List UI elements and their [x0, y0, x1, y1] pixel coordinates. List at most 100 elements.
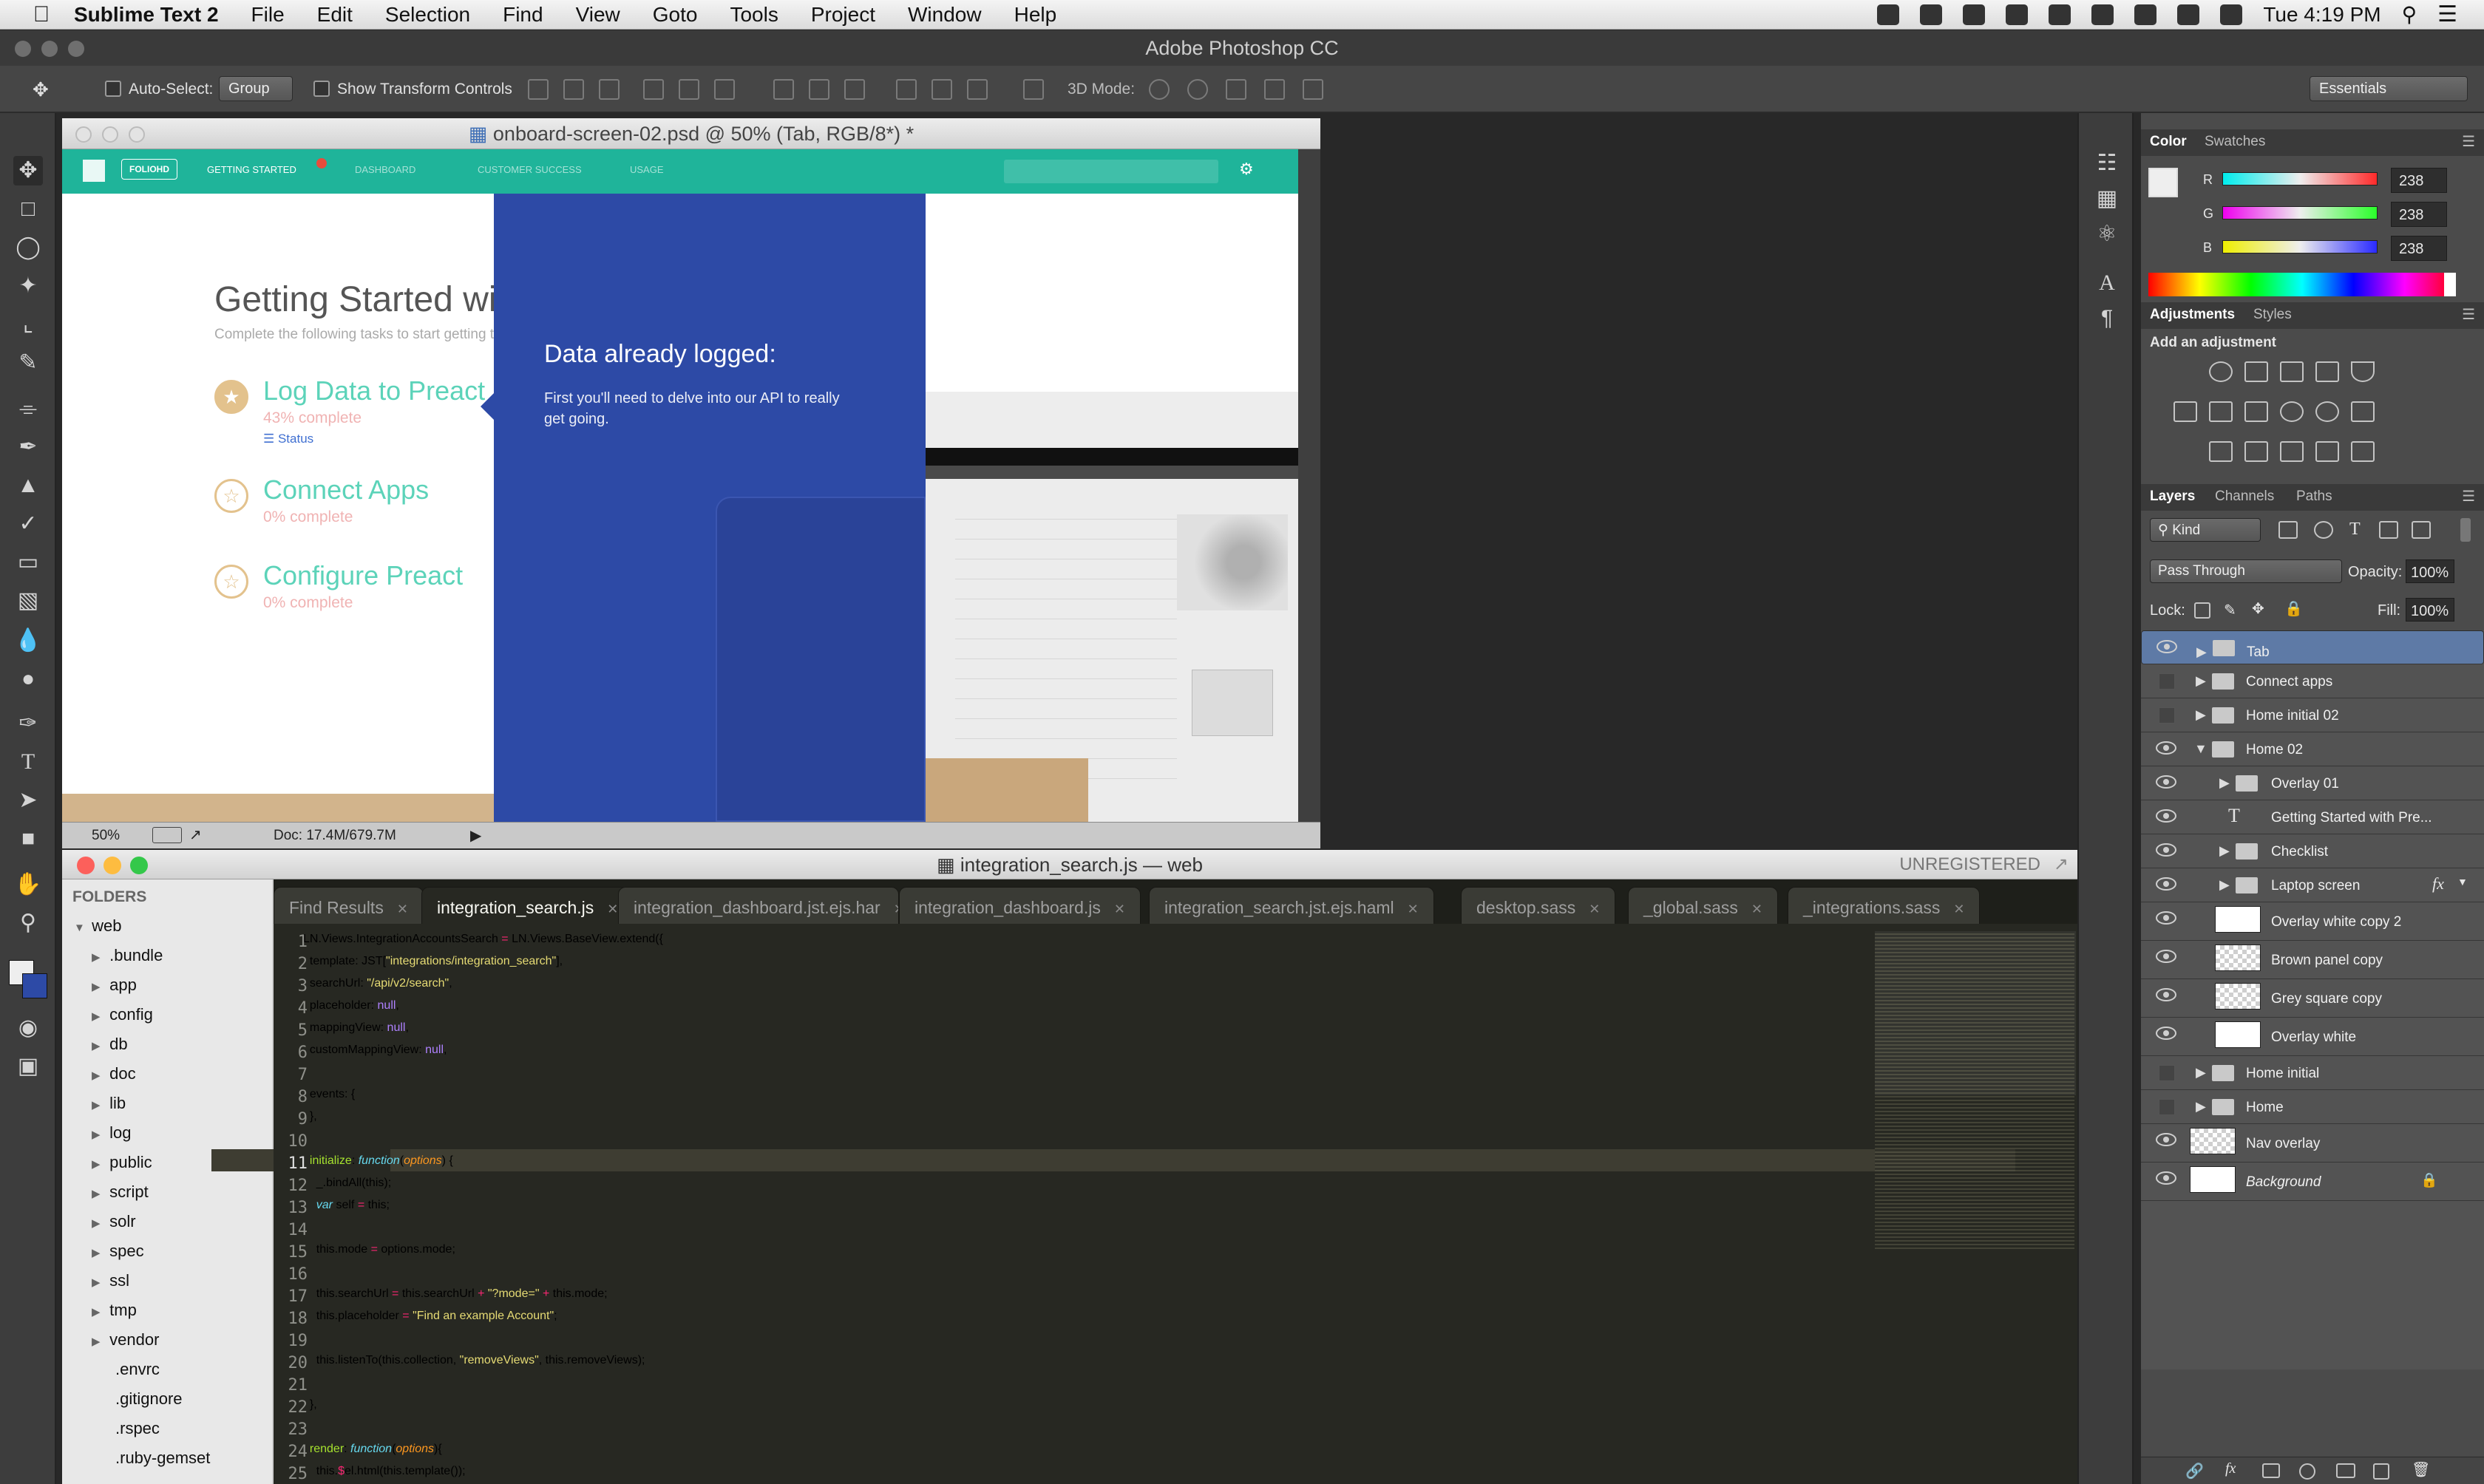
collapsed-arrow-icon[interactable]: ▶ [2219, 843, 2230, 859]
layer-row[interactable]: Overlay white [2141, 1018, 2484, 1056]
g-value[interactable]: 238 [2391, 202, 2447, 227]
minimap-viewport[interactable] [1875, 931, 2076, 1095]
folder-app[interactable]: ▶ app [92, 976, 137, 995]
layer-row[interactable]: ▶ Home [2141, 1090, 2484, 1124]
align-top-icon[interactable] [528, 79, 549, 100]
layer-row[interactable]: ▶ Home initial 02 [2141, 698, 2484, 732]
folder-spec[interactable]: ▶ spec [92, 1242, 144, 1261]
curves-icon[interactable] [2280, 361, 2304, 382]
status-menu-arrow-icon[interactable]: ▶ [470, 826, 481, 845]
tab-integration-search-haml[interactable]: integration_search.jst.ejs.haml ✕ [1149, 887, 1434, 924]
tab-integration-dashboard-js[interactable]: integration_dashboard.js ✕ [899, 887, 1141, 924]
menu-window[interactable]: Window [908, 3, 982, 27]
spectrum-white-swatch[interactable] [2444, 273, 2456, 296]
folio-dropdown[interactable]: FOLIOHD [121, 159, 177, 180]
color-fg-swatch[interactable] [2148, 168, 2178, 197]
folder-log[interactable]: ▶ log [92, 1123, 131, 1143]
menu-goto[interactable]: Goto [653, 3, 698, 27]
close-tab-icon[interactable]: ✕ [894, 902, 898, 916]
file-rspec[interactable]: .rspec [115, 1419, 160, 1438]
filter-toggle[interactable] [2460, 518, 2471, 542]
eye-icon[interactable] [2156, 640, 2177, 653]
eraser-icon[interactable]: ▭ [13, 548, 43, 577]
dodge-tool-icon[interactable]: ● [13, 664, 43, 694]
eye-icon[interactable] [2156, 988, 2176, 1001]
new-layer-icon[interactable] [2373, 1463, 2389, 1480]
ps-minimize-button[interactable] [41, 41, 58, 57]
crop-tool-icon[interactable]: ⌞ [13, 310, 43, 339]
move-tool-icon[interactable]: ✥ [33, 79, 49, 100]
layer-row[interactable]: ▶ Connect apps [2141, 664, 2484, 698]
blend-mode-dropdown[interactable]: Pass Through [2150, 559, 2342, 583]
nav-tab-getting-started[interactable]: GETTING STARTED [207, 164, 296, 175]
visibility-off-box[interactable] [2159, 1099, 2175, 1115]
close-tab-icon[interactable]: ✕ [1114, 902, 1125, 916]
visibility-off-box[interactable] [2159, 707, 2175, 724]
channel-mixer-icon[interactable] [2315, 401, 2339, 422]
filter-pixel-icon[interactable] [2278, 521, 2298, 539]
eyedropper-icon[interactable]: ✎ [13, 348, 43, 378]
tab-paths[interactable]: Paths [2296, 489, 2332, 505]
nav-tab-customer-success[interactable]: CUSTOMER SUCCESS [478, 164, 582, 175]
distribute-right-icon[interactable] [967, 79, 988, 100]
close-tab-icon[interactable]: ✕ [607, 902, 618, 916]
folder-db[interactable]: ▶ db [92, 1035, 128, 1054]
folder-lib[interactable]: ▶ lib [92, 1094, 126, 1113]
b-slider[interactable] [2222, 240, 2378, 253]
collapsed-arrow-icon[interactable]: ▶ [2219, 877, 2230, 893]
add-style-icon[interactable]: fx [2225, 1460, 2236, 1477]
time-machine-icon[interactable] [2049, 4, 2071, 25]
tab-global-sass[interactable]: _global.sass ✕ [1628, 887, 1778, 924]
3d-scale-icon[interactable] [1303, 79, 1323, 100]
marquee-tool-icon[interactable]: □ [13, 194, 43, 224]
path-select-icon[interactable]: ➤ [13, 786, 43, 815]
code-editor[interactable]: LN.Views.IntegrationAccountsSearch = LN.… [274, 924, 1922, 1484]
tab-integration-search-js[interactable]: integration_search.js ✕ [421, 887, 634, 924]
document-canvas[interactable]: FOLIOHD GETTING STARTED DASHBOARD CUSTOM… [62, 149, 1298, 822]
history-brush-icon[interactable]: ✓ [13, 509, 43, 539]
spotlight-search-icon[interactable]: ⚲ [2402, 2, 2417, 27]
brush-tool-icon[interactable]: ✒ [13, 432, 43, 462]
visibility-off-box[interactable] [2159, 1065, 2175, 1081]
layer-row[interactable]: T Getting Started with Pre... [2141, 800, 2484, 834]
lock-transparency-icon[interactable] [2194, 602, 2210, 619]
collapsed-arrow-icon[interactable]: ▶ [2219, 775, 2230, 791]
panel-menu-icon[interactable]: ☰ [2462, 487, 2475, 506]
auto-select-dropdown[interactable]: Group [219, 76, 293, 101]
folder-vendor[interactable]: ▶ vendor [92, 1330, 159, 1349]
workspace-dropdown[interactable]: Essentials [2310, 76, 2468, 101]
tab-integration-dashboard-jst[interactable]: integration_dashboard.jst.ejs.har ✕ [618, 887, 899, 924]
status-view-icon[interactable] [152, 827, 182, 843]
tab-layers[interactable]: Layers [2150, 489, 2195, 505]
selective-color-icon[interactable] [2315, 441, 2339, 462]
eye-icon[interactable] [2156, 775, 2176, 789]
menu-find[interactable]: Find [503, 3, 543, 27]
align-bottom-icon[interactable] [599, 79, 620, 100]
layer-row[interactable]: Overlay white copy 2 [2141, 902, 2484, 941]
filter-type-icon[interactable]: T [2349, 520, 2361, 540]
paragraph-panel-icon[interactable]: ¶ [2092, 304, 2122, 333]
lock-all-icon[interactable]: 🔒 [2284, 599, 2303, 618]
tab-styles[interactable]: Styles [2253, 307, 2292, 323]
layer-row[interactable]: ▶ Checklist [2141, 834, 2484, 868]
filter-shape-icon[interactable] [2379, 521, 2398, 539]
layer-row[interactable]: Brown panel copy [2141, 941, 2484, 979]
ps-zoom-button[interactable] [68, 41, 84, 57]
rectangle-tool-icon[interactable]: ■ [13, 824, 43, 854]
doc-vertical-scrollbar[interactable] [1298, 149, 1320, 822]
vibrance-icon[interactable] [2351, 361, 2375, 382]
close-tab-icon[interactable]: ✕ [397, 902, 408, 916]
3d-rotate-icon[interactable] [1149, 79, 1170, 100]
sublime-close-button[interactable] [77, 857, 95, 874]
align-hcenter-icon[interactable] [679, 79, 699, 100]
folder-solr[interactable]: ▶ solr [92, 1212, 136, 1231]
brightness-contrast-icon[interactable] [2209, 361, 2233, 382]
close-tab-icon[interactable]: ✕ [1408, 902, 1419, 916]
close-tab-icon[interactable]: ✕ [1751, 902, 1762, 916]
eye-icon[interactable] [2156, 1027, 2176, 1040]
tab-desktop-sass[interactable]: desktop.sass ✕ [1461, 887, 1616, 924]
distribute-left-icon[interactable] [896, 79, 917, 100]
filter-adjustment-icon[interactable] [2314, 521, 2333, 539]
dropbox-icon[interactable] [1920, 4, 1943, 25]
history-panel-icon[interactable]: ☷ [2092, 149, 2122, 178]
